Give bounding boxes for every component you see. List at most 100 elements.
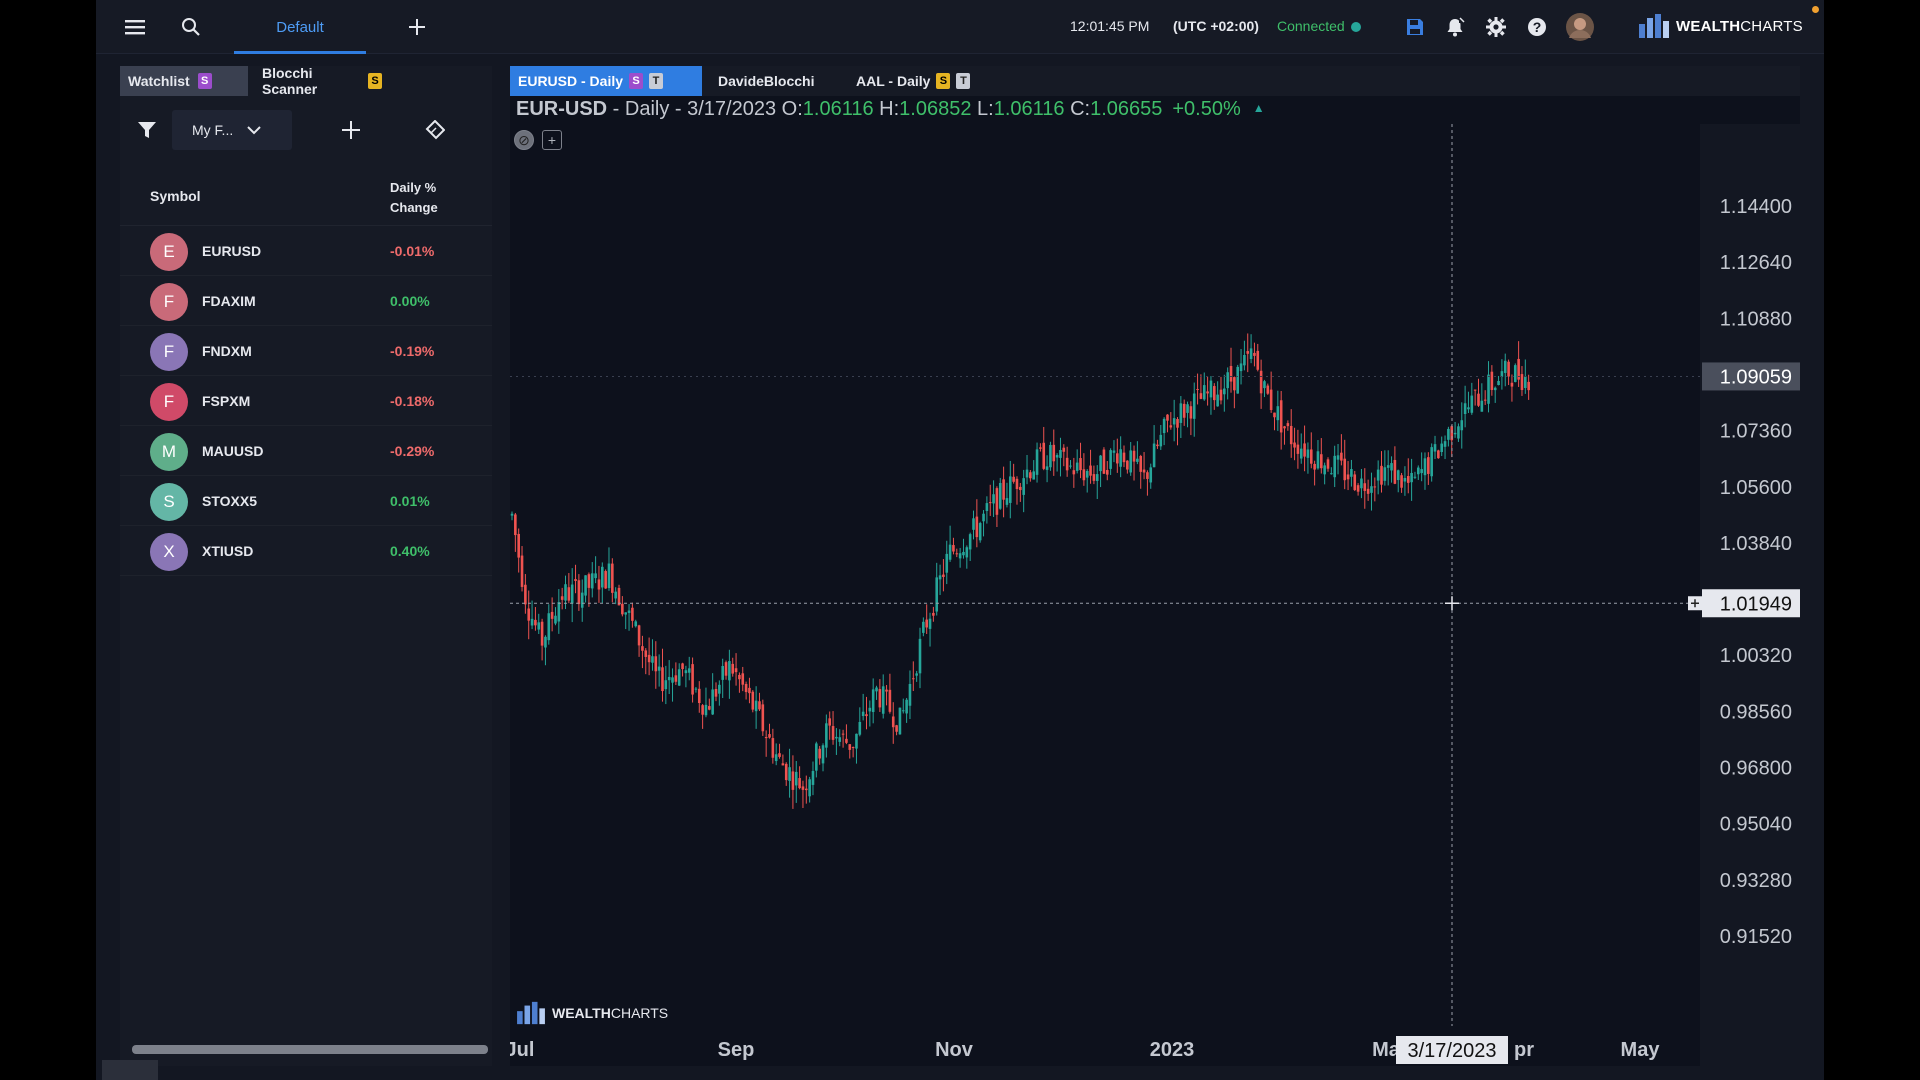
candle-body <box>1380 465 1383 485</box>
ohlc-high: 1.06852 <box>899 98 972 120</box>
watchlist-row[interactable]: M MAUUSD -0.29% <box>120 426 492 476</box>
ohlc-legend: EUR-USD - Daily - 3/17/2023 O:1.06116 H:… <box>516 98 1265 121</box>
candle-body <box>687 668 691 673</box>
tab-watchlist[interactable]: Watchlist S <box>120 66 248 96</box>
candle-body <box>1162 418 1166 434</box>
candle-body <box>1032 471 1036 480</box>
ohlc-low-label: L: <box>971 98 994 120</box>
candle-body <box>1169 425 1173 428</box>
resize-handle[interactable] <box>102 1060 158 1080</box>
eraser-icon[interactable] <box>422 117 448 143</box>
crosshair-date-label: 3/17/2023 <box>1408 1040 1497 1062</box>
watchlist-toolbar: My F... <box>120 108 492 152</box>
candle-body <box>1022 478 1025 495</box>
candle-body <box>1069 465 1072 467</box>
candle-body <box>761 704 765 732</box>
candle-body <box>1072 470 1076 475</box>
symbol-name: FSPXM <box>202 393 251 409</box>
watchlist-row[interactable]: X XTIUSD 0.40% <box>120 526 492 576</box>
candle-body <box>1042 442 1046 469</box>
settings-gear-icon[interactable] <box>1483 14 1509 40</box>
watchlist-filter-select[interactable]: My F... <box>172 110 292 150</box>
candle-body <box>1403 477 1407 482</box>
candle-body <box>925 619 928 628</box>
candle-body <box>942 574 945 577</box>
add-symbol-icon[interactable] <box>338 117 364 143</box>
candle-body <box>1480 400 1484 412</box>
candle-body <box>1199 393 1203 399</box>
symbol-avatar: S <box>150 483 188 521</box>
add-tab-icon[interactable] <box>404 14 430 40</box>
chart-tab-davideblocchi-label: DavideBlocchi <box>718 73 815 89</box>
chart-tab-eurusd-daily[interactable]: EURUSD - Daily S T <box>510 66 702 96</box>
tab-blocchi-scanner[interactable]: Blocchi Scanner S <box>254 65 390 97</box>
candle-body <box>768 734 771 738</box>
candle-body <box>751 691 755 710</box>
candle-body <box>1015 478 1019 490</box>
candle-body <box>845 738 848 743</box>
watchlist-row[interactable]: F FSPXM -0.18% <box>120 376 492 426</box>
candle-body <box>754 700 758 712</box>
candle-body <box>697 688 701 704</box>
candle-body <box>791 771 795 790</box>
wealthcharts-logo[interactable]: WEALTHCHARTS <box>1638 12 1803 40</box>
watchlist-horizontal-scrollbar[interactable] <box>132 1045 488 1054</box>
tab-default[interactable]: Default <box>234 0 366 54</box>
daily-change-value: -0.18% <box>390 393 435 409</box>
chart-tab-eurusd-label: EURUSD - Daily <box>518 73 624 89</box>
chart-tab-davideblocchi[interactable]: DavideBlocchi <box>710 66 822 96</box>
candle-body <box>912 678 915 680</box>
symbol-name: EURUSD <box>202 243 262 259</box>
filter-funnel-icon[interactable] <box>134 117 160 143</box>
candle-body <box>1487 374 1490 404</box>
column-header-symbol[interactable]: Symbol <box>150 188 201 204</box>
save-icon[interactable] <box>1402 14 1428 40</box>
candle-body <box>1192 393 1196 419</box>
connection-dot <box>1350 22 1361 32</box>
y-tick-label: 1.14400 <box>1720 196 1792 218</box>
candle-body <box>1176 419 1179 428</box>
candle-body <box>962 551 965 556</box>
candle-body <box>1105 470 1109 475</box>
watchlist-row[interactable]: E EURUSD -0.01% <box>120 226 492 276</box>
user-avatar-icon[interactable] <box>1565 12 1595 42</box>
alerts-bell-icon[interactable] <box>1442 14 1468 40</box>
candle-body <box>998 482 1002 509</box>
timezone-label[interactable]: (UTC +02:00) <box>1173 18 1259 34</box>
candle-body <box>614 591 617 599</box>
candle-body <box>540 621 544 646</box>
candle-body <box>1276 406 1280 421</box>
candle-body <box>1299 448 1303 459</box>
ohlc-open-label: O: <box>776 98 803 120</box>
hamburger-menu-icon[interactable] <box>122 14 148 40</box>
scanner-shared-badge: S <box>368 73 382 89</box>
watchlist-row[interactable]: F FDAXIM 0.00% <box>120 276 492 326</box>
candle-body <box>517 533 520 558</box>
candle-body <box>881 686 885 714</box>
candle-body <box>1433 444 1437 452</box>
connection-status: Connected <box>1277 18 1361 34</box>
candle-body <box>704 704 708 716</box>
watchlist-row[interactable]: S STOXX5 0.01% <box>120 476 492 526</box>
candle-body <box>1437 450 1440 459</box>
search-icon[interactable] <box>178 14 204 40</box>
symbol-name: STOXX5 <box>202 493 257 509</box>
chart-tab-aal-daily[interactable]: AAL - Daily S T <box>848 66 978 96</box>
price-chart[interactable]: 1.14400 1.12640 1.10880 1.07360 1.05600 1.038… <box>510 124 1800 1066</box>
help-question-icon[interactable]: ? <box>1524 14 1550 40</box>
candle-body <box>1353 474 1357 491</box>
ohlc-percent-change: +0.50% <box>1172 98 1241 120</box>
candle-body <box>885 689 888 692</box>
daily-change-value: -0.19% <box>390 343 435 359</box>
candle-body <box>677 669 681 686</box>
watchlist-row[interactable]: F FNDXM -0.19% <box>120 326 492 376</box>
candle-body <box>1316 451 1320 469</box>
candle-body <box>1309 449 1313 464</box>
candle-body <box>1323 465 1326 475</box>
candle-body <box>928 618 932 629</box>
last-price-label: 1.09059 <box>1720 366 1792 388</box>
candle-body <box>778 753 781 757</box>
connection-label: Connected <box>1277 18 1345 34</box>
candle-body <box>544 636 547 648</box>
column-header-daily-change[interactable]: Daily % Change <box>390 178 460 218</box>
